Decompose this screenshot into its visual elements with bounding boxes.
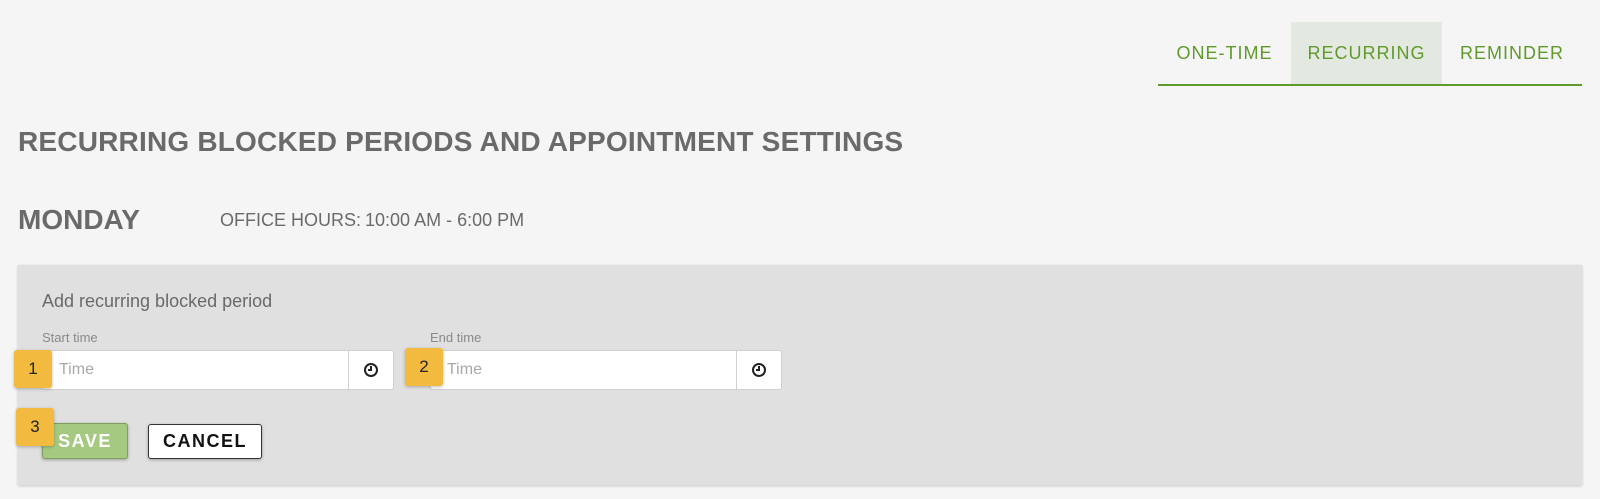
- office-hours-label: OFFICE HOURS:: [220, 210, 362, 230]
- cancel-button[interactable]: CANCEL: [148, 424, 262, 459]
- end-time-picker-button[interactable]: [736, 351, 781, 389]
- tab-bar: ONE-TIME RECURRING REMINDER: [1158, 22, 1582, 86]
- day-title: MONDAY: [18, 204, 140, 235]
- page-title: RECURRING BLOCKED PERIODS AND APPOINTMEN…: [18, 126, 904, 157]
- office-hours: OFFICE HOURS: 10:00 AM - 6:00 PM: [220, 210, 524, 231]
- tab-reminder[interactable]: REMINDER: [1442, 22, 1582, 84]
- end-time-input[interactable]: [431, 351, 736, 389]
- start-time-picker-button[interactable]: [348, 351, 393, 389]
- marker-badge-1: 1: [14, 350, 52, 388]
- clock-icon: [364, 363, 378, 377]
- tab-one-time[interactable]: ONE-TIME: [1158, 22, 1291, 84]
- clock-icon: [752, 363, 766, 377]
- start-time-label: Start time: [42, 330, 98, 345]
- add-blocked-period-panel: Add recurring blocked period Start time …: [18, 265, 1582, 485]
- end-time-field: [430, 350, 782, 390]
- tab-recurring[interactable]: RECURRING: [1291, 22, 1442, 84]
- office-hours-value: 10:00 AM - 6:00 PM: [365, 210, 525, 230]
- marker-badge-3: 3: [16, 408, 54, 446]
- end-time-label: End time: [430, 330, 482, 345]
- start-time-field: [42, 350, 394, 390]
- panel-title: Add recurring blocked period: [42, 291, 273, 311]
- save-button[interactable]: SAVE: [42, 423, 128, 459]
- start-time-input[interactable]: [43, 351, 348, 389]
- marker-badge-2: 2: [405, 348, 443, 386]
